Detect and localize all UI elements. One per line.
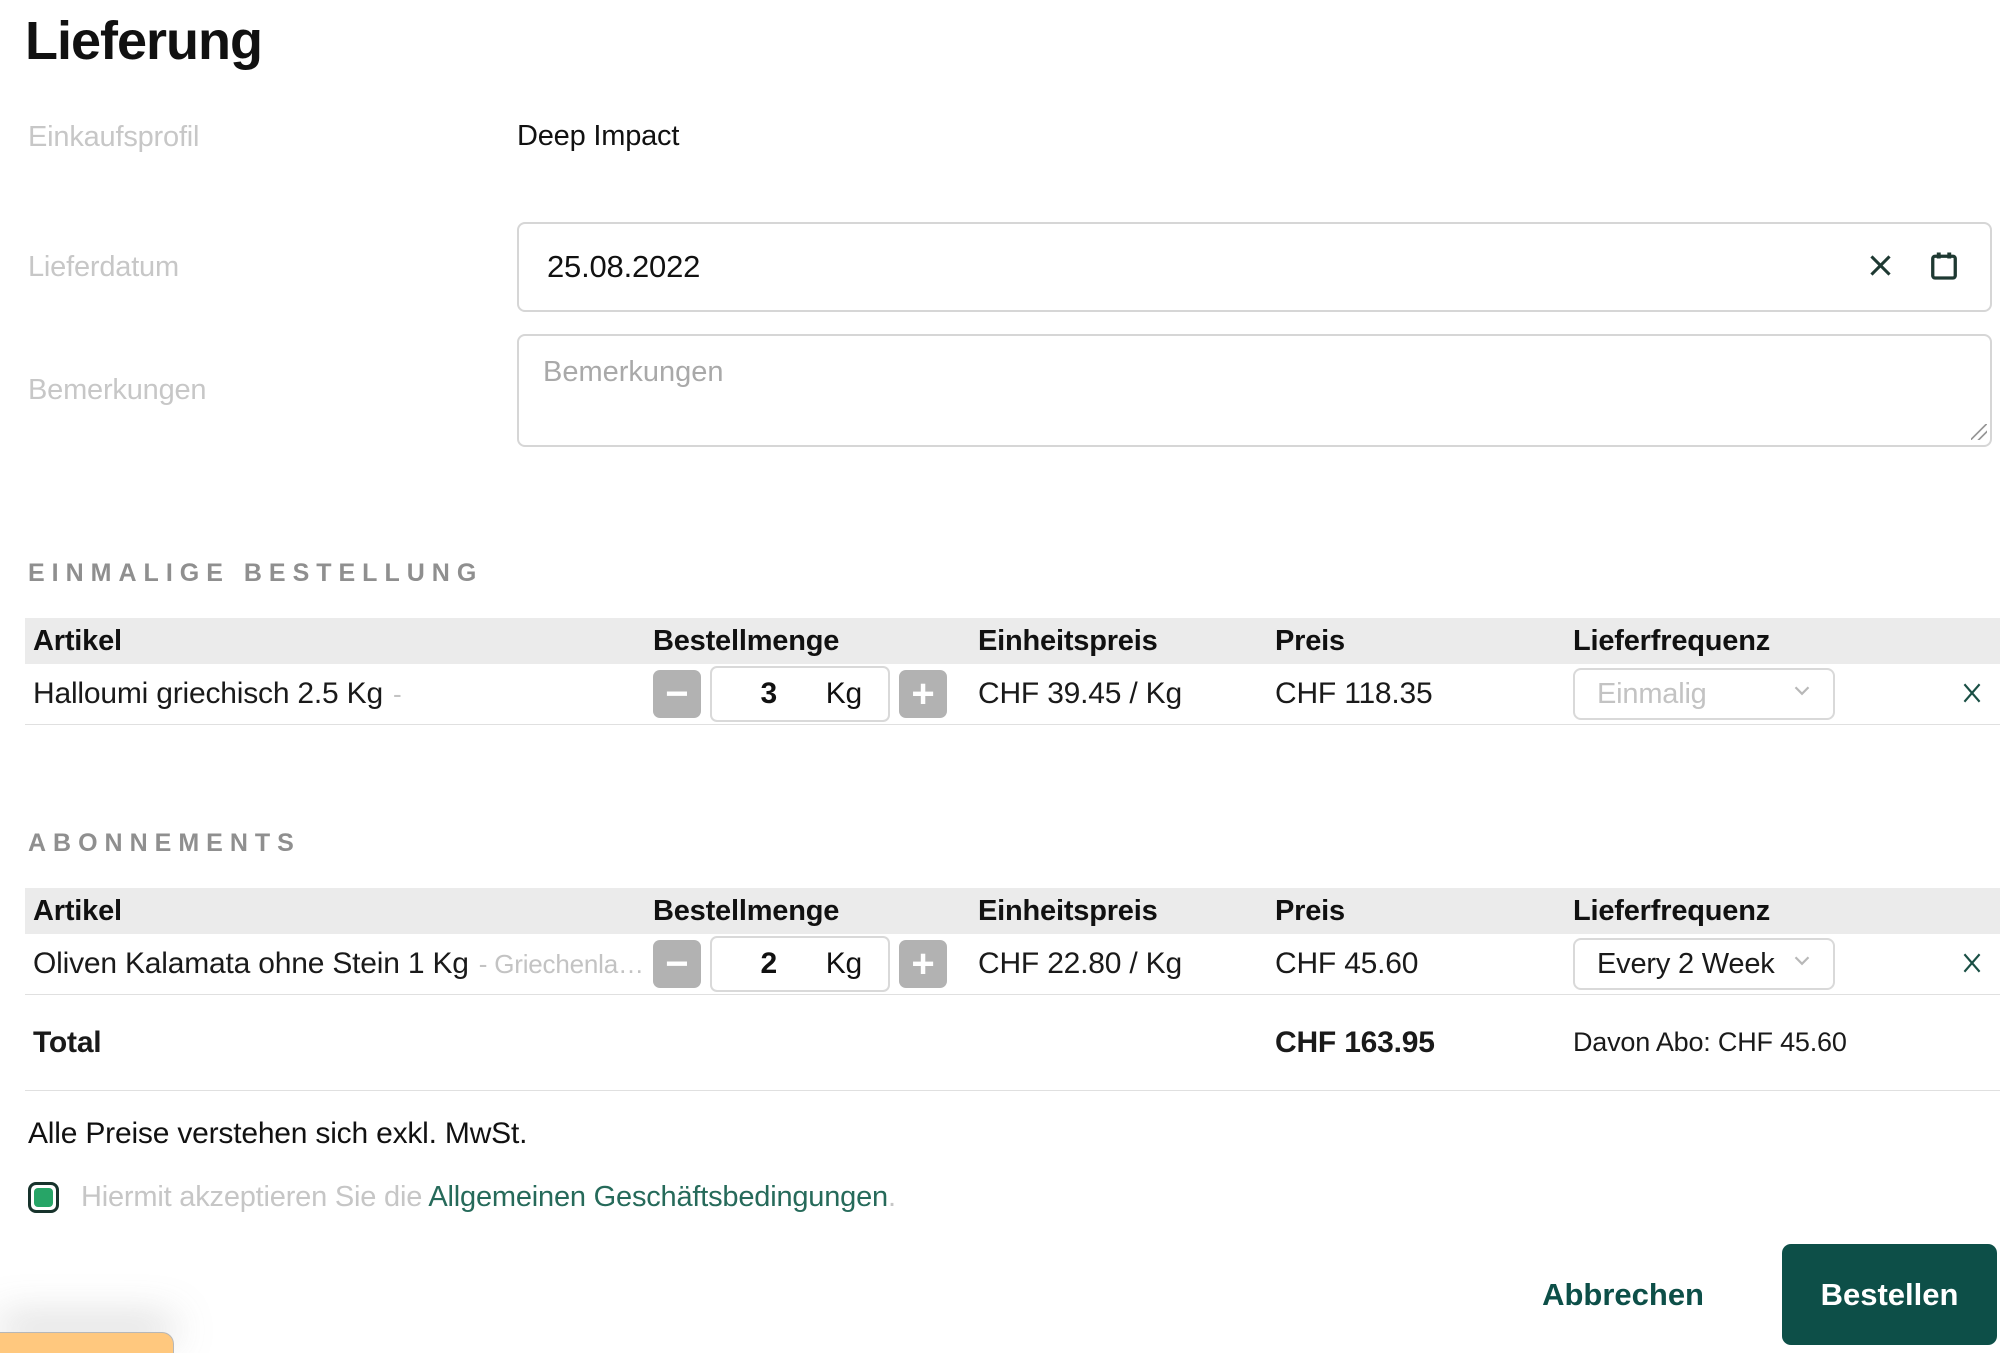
checkbox-checked-fill	[34, 1188, 53, 1207]
vat-note: Alle Preise verstehen sich exkl. MwSt.	[28, 1117, 528, 1150]
toast-notification-peek[interactable]	[0, 1332, 174, 1353]
total-label: Total	[33, 1025, 102, 1059]
x-icon	[1865, 250, 1896, 284]
quantity-stepper: − Kg +	[653, 936, 970, 992]
table-header-row: Artikel Bestellmenge Einheitspreis Preis…	[25, 618, 2000, 664]
delivery-date-row: Lieferdatum 25.08.2022	[25, 222, 1992, 312]
frequency-select: Einmalig	[1573, 668, 1835, 720]
quantity-field: Kg	[710, 936, 890, 992]
terms-checkbox[interactable]	[28, 1182, 59, 1213]
quantity-decrease-button[interactable]: −	[653, 670, 701, 718]
table-header-row: Artikel Bestellmenge Einheitspreis Preis…	[25, 888, 2000, 934]
date-input-icons	[1865, 248, 1962, 287]
profile-label: Einkaufsprofil	[28, 120, 200, 153]
clear-date-button[interactable]	[1865, 250, 1896, 284]
article-name: Halloumi griechisch 2.5 Kg	[33, 677, 383, 710]
subscriptions-table: Artikel Bestellmenge Einheitspreis Preis…	[25, 888, 2000, 1091]
page-title: Lieferung	[25, 11, 263, 71]
column-header-price: Preis	[1275, 894, 1345, 927]
column-header-article: Artikel	[33, 624, 122, 657]
frequency-selected-value: Einmalig	[1597, 677, 1707, 710]
frequency-selected-value: Every 2 Week	[1597, 947, 1775, 980]
price-value: CHF 118.35	[1275, 677, 1433, 710]
unit-price-value: CHF 22.80 / Kg	[978, 947, 1182, 980]
profile-value: Deep Impact	[517, 119, 680, 152]
submit-order-button[interactable]: Bestellen	[1782, 1244, 1997, 1345]
x-icon	[1958, 679, 1986, 710]
quantity-decrease-button[interactable]: −	[653, 940, 701, 988]
quantity-unit: Kg	[825, 947, 862, 980]
delivery-date-input[interactable]: 25.08.2022	[517, 222, 1992, 312]
terms-text: Hiermit akzeptieren Sie die Allgemeinen …	[81, 1181, 896, 1214]
column-header-quantity: Bestellmenge	[653, 894, 840, 927]
column-header-quantity: Bestellmenge	[653, 624, 840, 657]
abo-subtotal-note: Davon Abo: CHF 45.60	[1573, 1027, 1847, 1057]
terms-link[interactable]: Allgemeinen Geschäftsbedingungen	[428, 1181, 888, 1213]
column-header-price: Preis	[1275, 624, 1345, 657]
chevron-down-icon	[1789, 677, 1815, 711]
profile-row: Einkaufsprofil Deep Impact	[25, 116, 1992, 156]
delivery-form: Einkaufsprofil Deep Impact Lieferdatum 2…	[25, 116, 2000, 447]
calendar-icon	[1926, 248, 1962, 287]
quantity-input[interactable]	[712, 947, 826, 981]
table-row: Oliven Kalamata ohne Stein 1 Kg - Grieche…	[25, 934, 2000, 995]
dialog-actions: Abbrechen Bestellen	[1542, 1244, 1997, 1345]
x-icon	[1958, 949, 1986, 980]
column-header-article: Artikel	[33, 894, 122, 927]
remarks-textarea[interactable]	[517, 334, 1992, 447]
delivery-date-value[interactable]: 25.08.2022	[547, 249, 1865, 285]
table-row: Halloumi griechisch 2.5 Kg- − Kg + CHF 3…	[25, 664, 2000, 725]
remarks-row: Bemerkungen	[25, 334, 1992, 447]
terms-row: Hiermit akzeptieren Sie die Allgemeinen …	[25, 1181, 2000, 1214]
quantity-increase-button[interactable]: +	[899, 670, 947, 718]
remarks-field-wrap	[517, 334, 1992, 447]
quantity-stepper: − Kg +	[653, 666, 970, 722]
price-value: CHF 45.60	[1275, 947, 1419, 980]
one-time-order-heading: EINMALIGE BESTELLUNG	[28, 559, 484, 587]
remove-row-button[interactable]	[1958, 679, 1986, 710]
cancel-button[interactable]: Abbrechen	[1542, 1277, 1704, 1313]
terms-prefix: Hiermit akzeptieren Sie die	[81, 1181, 429, 1213]
frequency-select[interactable]: Every 2 Week	[1573, 938, 1835, 990]
chevron-down-icon	[1789, 947, 1815, 981]
terms-suffix: .	[887, 1181, 896, 1213]
quantity-input[interactable]	[712, 677, 826, 711]
quantity-field: Kg	[710, 666, 890, 722]
column-header-unit-price: Einheitspreis	[978, 624, 1158, 657]
remove-row-button[interactable]	[1958, 949, 1986, 980]
article-name: Oliven Kalamata ohne Stein 1 Kg	[33, 947, 469, 980]
order-dialog: Lieferung Einkaufsprofil Deep Impact Lie…	[0, 0, 2000, 1353]
quantity-unit: Kg	[825, 677, 862, 710]
delivery-date-label: Lieferdatum	[28, 250, 179, 283]
article-supplier: -	[392, 679, 402, 709]
total-price: CHF 163.95	[1275, 1025, 1435, 1059]
article-supplier: - Griechenla…	[478, 949, 644, 979]
calendar-picker-button[interactable]	[1926, 248, 1962, 287]
total-row: Total CHF 163.95 Davon Abo: CHF 45.60	[25, 995, 2000, 1091]
unit-price-value: CHF 39.45 / Kg	[978, 677, 1182, 710]
column-header-frequency: Lieferfrequenz	[1573, 624, 1771, 657]
one-time-order-table: Artikel Bestellmenge Einheitspreis Preis…	[25, 618, 2000, 725]
column-header-frequency: Lieferfrequenz	[1573, 894, 1771, 927]
subscriptions-heading: ABONNEMENTS	[28, 829, 301, 857]
remarks-label: Bemerkungen	[28, 374, 207, 406]
column-header-unit-price: Einheitspreis	[978, 894, 1158, 927]
quantity-increase-button[interactable]: +	[899, 940, 947, 988]
